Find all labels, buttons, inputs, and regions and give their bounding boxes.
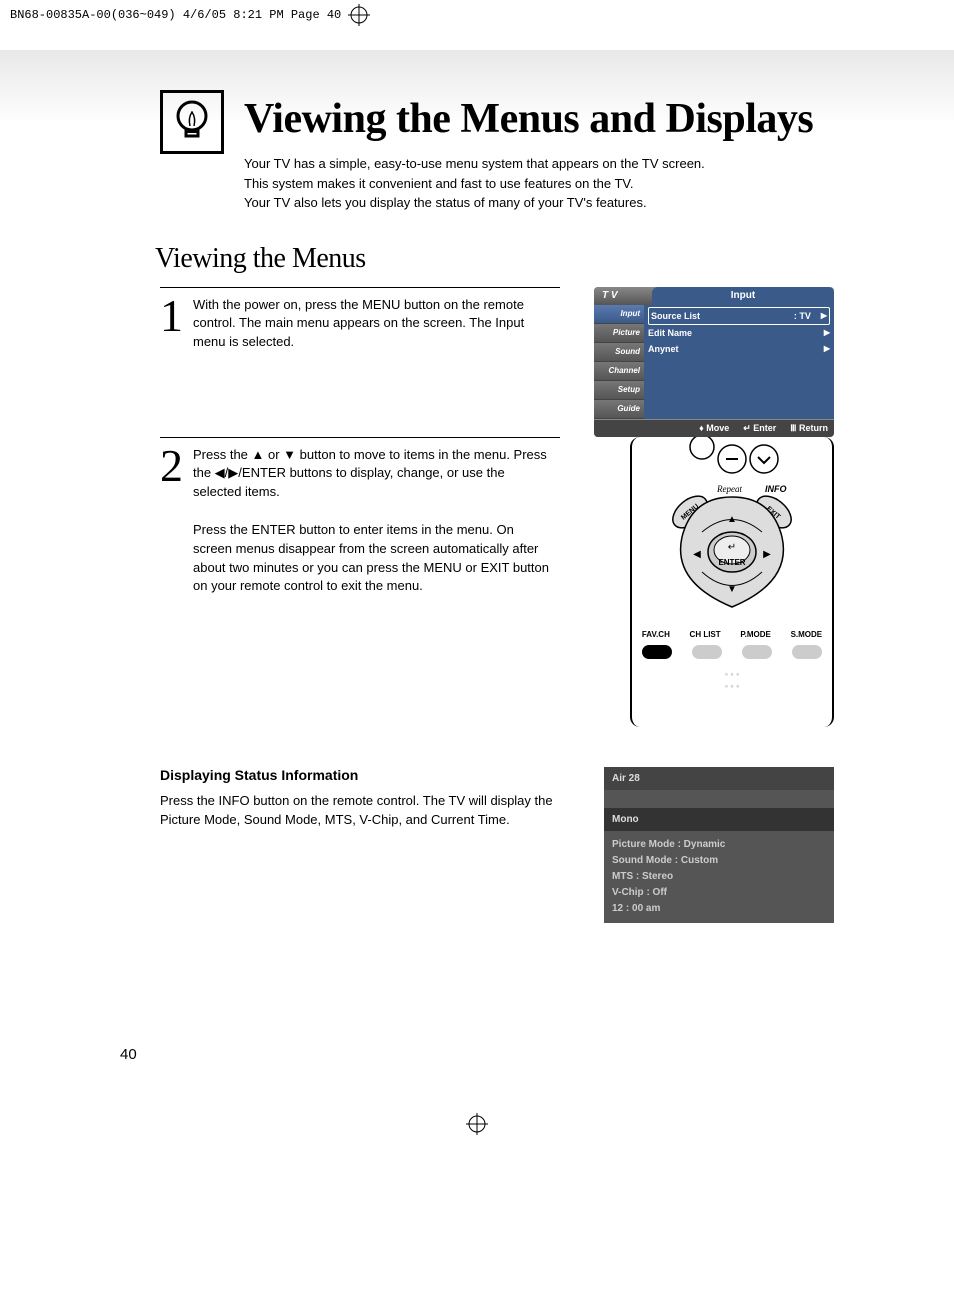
remote-label: FAV.CH (642, 630, 670, 639)
intro-line: Your TV also lets you display the status… (244, 193, 834, 213)
osd-side-item: Setup (594, 381, 644, 400)
step-number: 1 (160, 296, 183, 335)
osd-row-label: Anynet (648, 344, 824, 354)
osd-hint-enter: ↵ Enter (743, 423, 776, 434)
crop-mark-icon (466, 1113, 488, 1135)
crop-mark-icon (348, 4, 370, 26)
right-arrow-icon: ▶ (824, 344, 830, 353)
info-body: Picture Mode : Dynamic Sound Mode : Cust… (604, 831, 834, 923)
page-number: 40 (120, 1046, 137, 1063)
sub-heading: Displaying Status Information (160, 767, 560, 783)
info-header: Air 28 (604, 767, 834, 790)
osd-tv-label: T V (594, 290, 652, 301)
step-number: 2 (160, 446, 183, 485)
osd-title: Input (652, 287, 834, 305)
intro-line: Your TV has a simple, easy-to-use menu s… (244, 154, 834, 174)
print-header: BN68-00835A-00(036~049) 4/6/05 8:21 PM P… (0, 0, 954, 30)
intro-line: This system makes it convenient and fast… (244, 174, 834, 194)
svg-text:◀: ◀ (693, 549, 701, 560)
osd-hint-move: ♦ Move (699, 423, 729, 434)
osd-footer: ♦ Move ↵ Enter Ⅲ Return (594, 419, 834, 437)
intro-text: Your TV has a simple, easy-to-use menu s… (244, 154, 834, 213)
osd-main: Source List : TV ▶ Edit Name ▶ Anynet ▶ (644, 305, 834, 419)
remote-pill-buttons (632, 645, 832, 659)
section-title: Viewing the Menus (155, 243, 834, 275)
page-title: Viewing the Menus and Displays (244, 95, 813, 143)
pill-button (692, 645, 722, 659)
osd-row: Edit Name ▶ (648, 325, 830, 341)
info-line: V-Chip : Off (612, 885, 826, 901)
svg-text:ENTER: ENTER (718, 558, 745, 567)
status-text: Press the INFO button on the remote cont… (160, 791, 560, 830)
pill-button (742, 645, 772, 659)
step-text-part: Press the ENTER button to enter items in… (193, 521, 553, 596)
osd-side-item: Guide (594, 400, 644, 419)
right-arrow-icon: ▶ (821, 311, 827, 320)
osd-side-item: Input (594, 305, 644, 324)
step-text-part: Press the ▲ or ▼ button to move to items… (193, 446, 553, 503)
info-line: 12 : 00 am (612, 901, 826, 917)
svg-text:↵: ↵ (728, 542, 736, 553)
step-1: 1 With the power on, press the MENU butt… (160, 287, 560, 353)
dots-row: ◦ ◦ ◦ (632, 681, 832, 691)
osd-row: Source List : TV ▶ (648, 307, 830, 325)
step-text: Press the ▲ or ▼ button to move to items… (193, 446, 553, 597)
osd-row-label: Source List (651, 311, 794, 321)
step-2: 2 Press the ▲ or ▼ button to move to ite… (160, 437, 560, 597)
remote-label: CH LIST (690, 630, 721, 639)
status-info-box: Air 28 Mono Picture Mode : Dynamic Sound… (604, 767, 834, 923)
svg-text:Repeat: Repeat (716, 484, 742, 494)
right-arrow-icon: ▶ (824, 328, 830, 337)
svg-text:▶: ▶ (763, 549, 771, 560)
remote-button-labels: FAV.CH CH LIST P.MODE S.MODE (632, 630, 832, 639)
header-text: BN68-00835A-00(036~049) 4/6/05 8:21 PM P… (10, 8, 341, 22)
info-line: MTS : Stereo (612, 869, 826, 885)
info-line: Picture Mode : Dynamic (612, 837, 826, 853)
svg-text:INFO: INFO (765, 484, 787, 494)
osd-menu: T V Input Input Picture Sound Channel Se… (594, 287, 834, 437)
osd-side-item: Picture (594, 324, 644, 343)
info-sub: Mono (604, 808, 834, 831)
osd-sidebar: Input Picture Sound Channel Setup Guide (594, 305, 644, 419)
osd-hint-return: Ⅲ Return (790, 423, 828, 434)
remote-control: MENU EXIT INFO Repeat (630, 437, 834, 727)
osd-side-item: Channel (594, 362, 644, 381)
osd-side-item: Sound (594, 343, 644, 362)
remote-label: P.MODE (740, 630, 771, 639)
pill-button (792, 645, 822, 659)
osd-row: Anynet ▶ (648, 341, 830, 357)
remote-label: S.MODE (791, 630, 823, 639)
bottom-crop-mark (0, 1113, 954, 1135)
info-line: Sound Mode : Custom (612, 853, 826, 869)
bulb-icon (160, 90, 224, 154)
dots-row: ◦ ◦ ◦ (632, 669, 832, 679)
step-text: With the power on, press the MENU button… (193, 296, 553, 353)
osd-row-value: : TV (794, 311, 811, 321)
osd-row-label: Edit Name (648, 328, 824, 338)
pill-button (642, 645, 672, 659)
